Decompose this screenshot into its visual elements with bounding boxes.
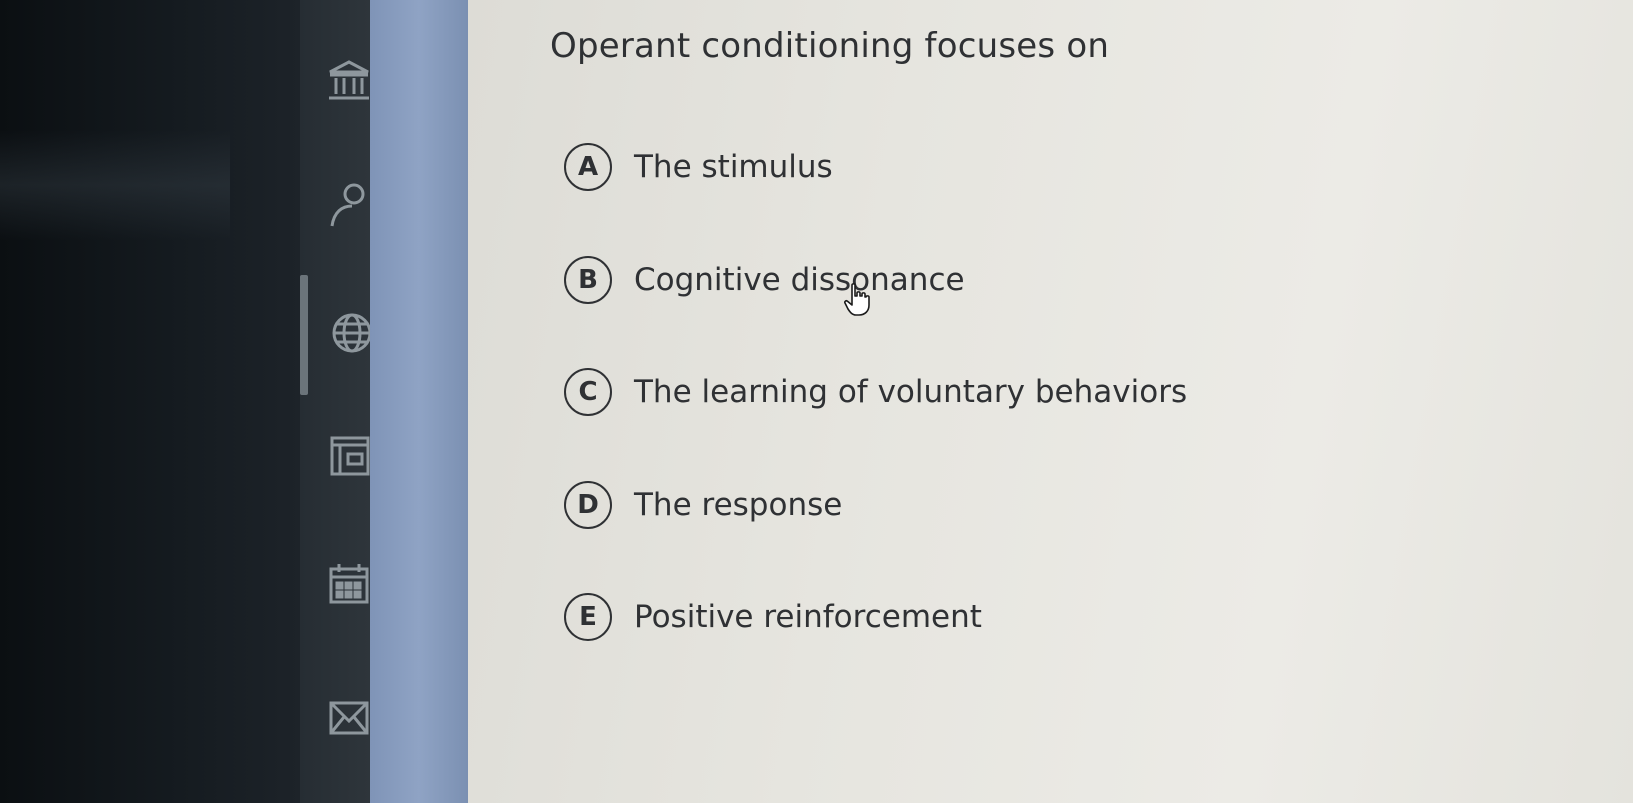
mail-icon[interactable] — [326, 695, 372, 741]
answer-option-c[interactable]: C The learning of voluntary behaviors — [564, 365, 1187, 419]
option-letter-badge: B — [564, 256, 612, 304]
answer-option-d[interactable]: D The response — [564, 478, 842, 532]
answer-option-a[interactable]: A The stimulus — [564, 140, 833, 194]
option-text: The response — [634, 487, 843, 523]
monitor-bezel — [0, 0, 300, 803]
side-panel-strip — [370, 0, 468, 803]
answer-option-b[interactable]: B Cognitive dissonance — [564, 253, 965, 307]
option-letter-badge: D — [564, 481, 612, 529]
institution-icon[interactable] — [326, 58, 372, 104]
option-letter-badge: C — [564, 368, 612, 416]
layout-icon[interactable] — [326, 432, 372, 478]
calendar-icon[interactable] — [326, 560, 372, 606]
sidebar-rail — [300, 0, 370, 803]
option-text: Positive reinforcement — [634, 599, 982, 635]
option-text: The learning of voluntary behaviors — [634, 374, 1188, 410]
answer-option-e[interactable]: E Positive reinforcement — [564, 590, 982, 644]
option-letter-badge: A — [564, 143, 612, 191]
option-text: The stimulus — [634, 149, 833, 185]
question-text: Operant conditioning focuses on — [550, 26, 1110, 66]
globe-icon[interactable] — [326, 310, 372, 356]
sidebar-active-indicator — [300, 275, 308, 395]
screen-glare — [0, 130, 230, 240]
option-text: Cognitive dissonance — [634, 262, 965, 298]
hand-cursor-icon — [843, 283, 871, 317]
option-letter-badge: E — [564, 593, 612, 641]
person-icon[interactable] — [326, 182, 372, 228]
